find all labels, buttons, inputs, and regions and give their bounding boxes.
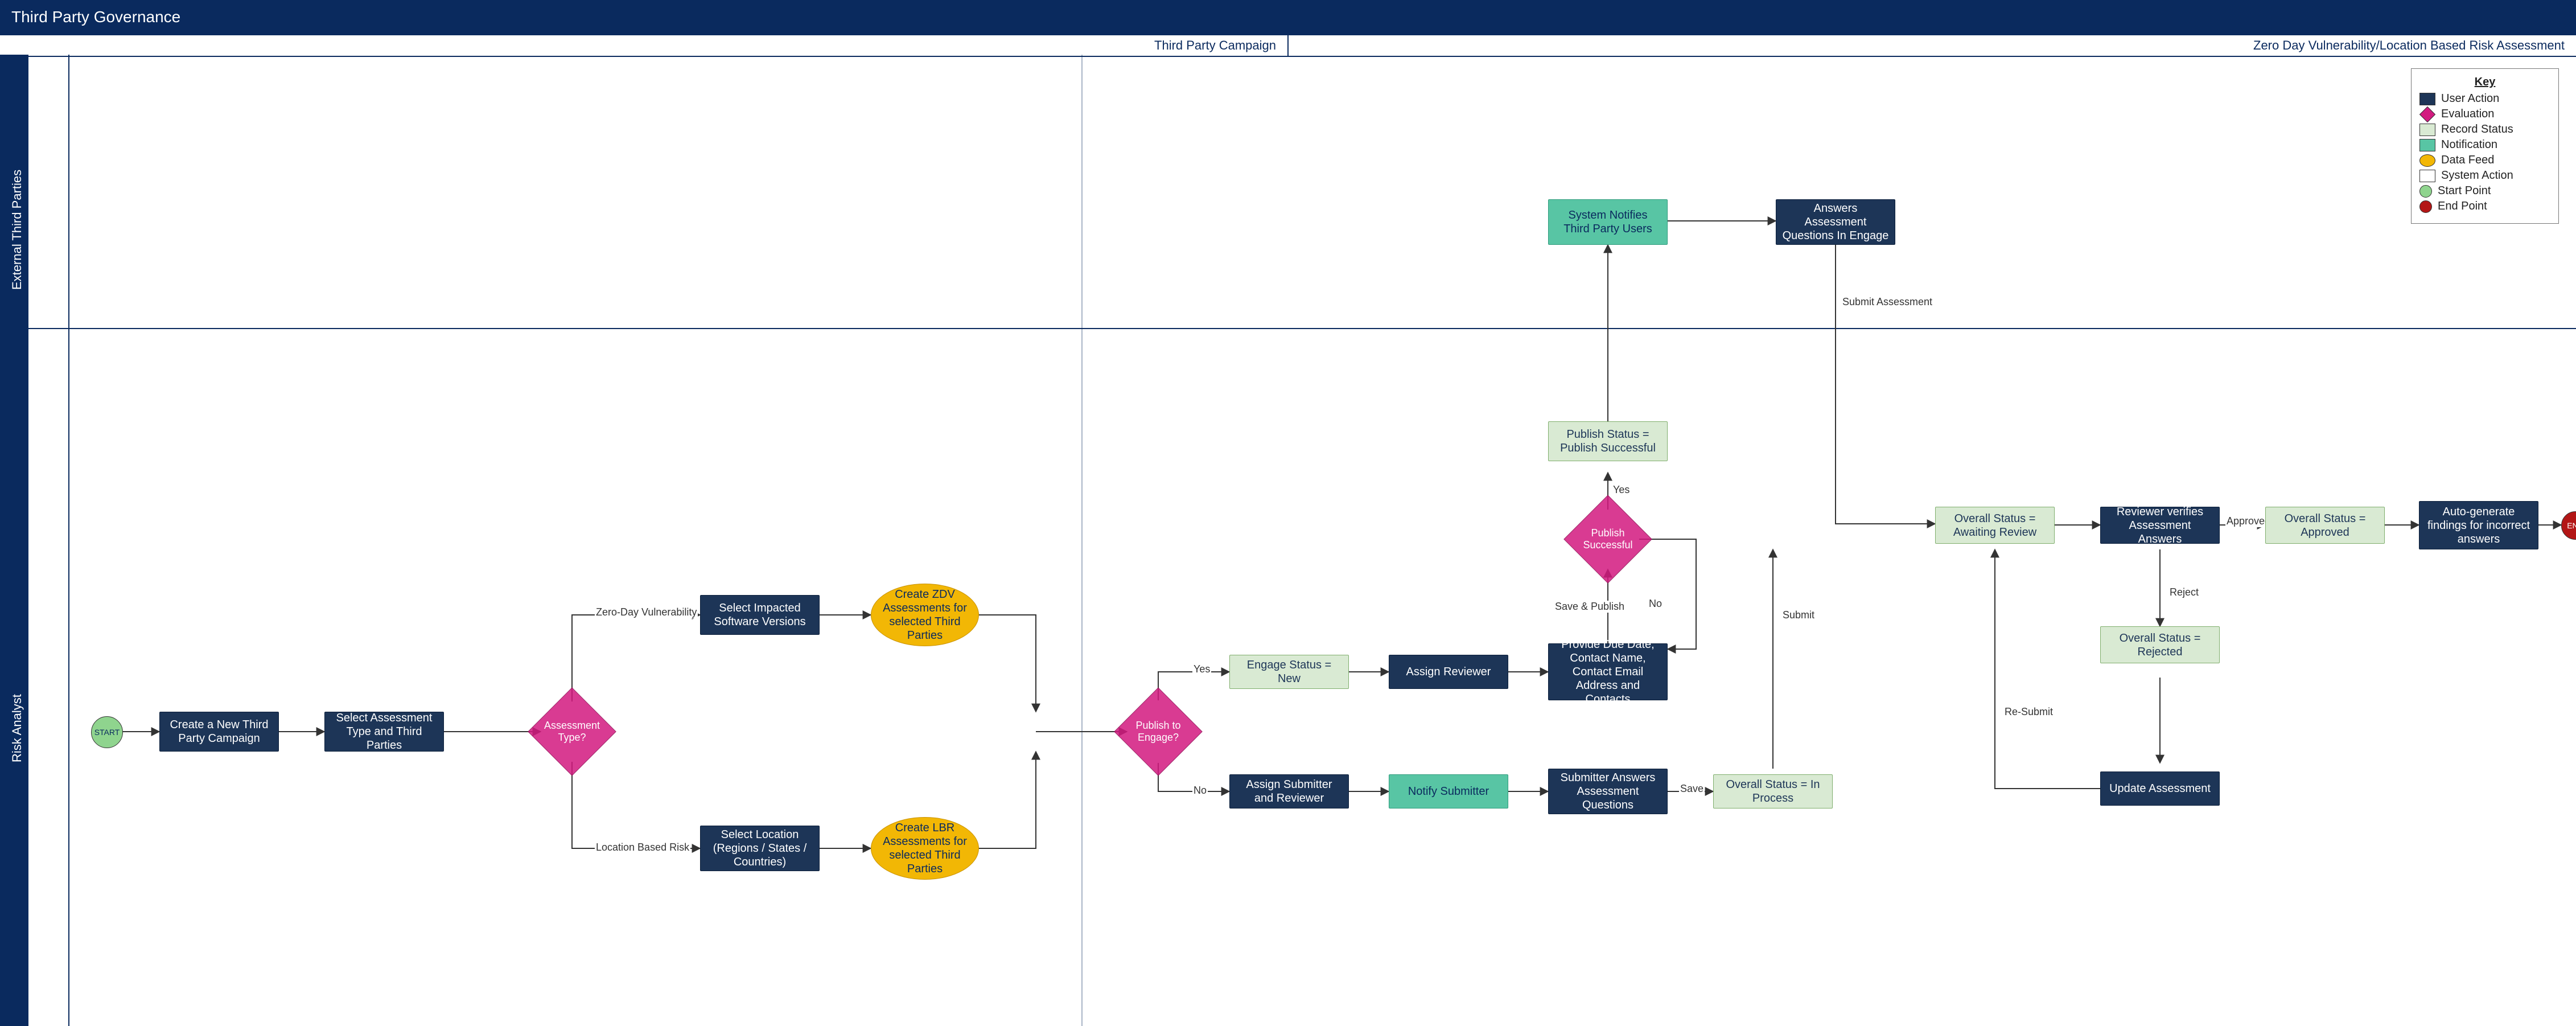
edge-label-zdv: Zero-Day Vulnerability [595, 606, 698, 618]
legend-label-data-feed: Data Feed [2441, 154, 2494, 167]
edge-label-publish-yes: Yes [1612, 484, 1631, 496]
edge-label-approved: Approved [2225, 515, 2272, 527]
edge-label-save: Save [1679, 783, 1705, 795]
node-create-zdv-assessments: Create ZDV Assessments for selected Thir… [871, 584, 979, 646]
node-create-campaign: Create a New Third Party Campaign [159, 712, 279, 752]
legend-swatch-evaluation [2419, 106, 2435, 122]
node-auto-generate-findings: Auto-generate findings for incorrect ans… [2419, 501, 2538, 549]
node-engage-status-new: Engage Status = New [1229, 655, 1349, 689]
legend-label-system-action: System Action [2441, 169, 2513, 182]
edge-label-resubmit: Re-Submit [2003, 706, 2054, 718]
node-create-lbr-assessments: Create LBR Assessments for selected Thir… [871, 817, 979, 880]
node-overall-status-in-process: Overall Status = In Process [1713, 774, 1833, 809]
legend-box: Key User Action Evaluation Record Status… [2411, 68, 2559, 224]
node-submitter-answers-questions: Submitter Answers Assessment Questions [1548, 769, 1668, 814]
legend-swatch-system-action [2419, 170, 2435, 182]
legend-swatch-record-status [2419, 124, 2435, 136]
node-overall-status-awaiting-review: Overall Status = Awaiting Review [1935, 507, 2055, 544]
legend-label-notification: Notification [2441, 138, 2497, 151]
node-overall-status-rejected: Overall Status = Rejected [2100, 626, 2220, 663]
decision-publish-successful: Publish Successful [1577, 508, 1639, 571]
start-point: START [91, 716, 123, 748]
legend-label-start-point: Start Point [2438, 184, 2491, 198]
node-overall-status-approved: Overall Status = Approved [2265, 507, 2385, 544]
edge-label-reject: Reject [2168, 586, 2200, 598]
legend-label-end-point: End Point [2438, 200, 2487, 213]
node-update-assessment: Update Assessment [2100, 771, 2220, 806]
swimlane-diagram: Third Party Governance Third Party Campa… [0, 0, 2576, 1026]
node-select-assessment-type-and-parties: Select Assessment Type and Third Parties [324, 712, 444, 752]
node-notify-submitter: Notify Submitter [1389, 774, 1508, 809]
legend-swatch-end-point [2419, 200, 2432, 213]
node-system-notifies-third-party: System Notifies Third Party Users [1548, 199, 1668, 245]
decision-publish-to-engage: Publish to Engage? [1127, 700, 1190, 763]
edge-label-publish-no: No [1648, 598, 1663, 610]
edge-label-submit-assessment: Submit Assessment [1841, 296, 1933, 308]
node-select-impacted-software: Select Impacted Software Versions [700, 595, 820, 635]
node-answers-questions-in-engage: Answers Assessment Questions In Engage [1776, 199, 1895, 245]
node-select-location: Select Location (Regions / States / Coun… [700, 826, 820, 871]
node-provide-due-date: Provide Due Date, Contact Name, Contact … [1548, 643, 1668, 700]
node-assign-submitter-and-reviewer: Assign Submitter and Reviewer [1229, 774, 1349, 809]
edge-label-lbr: Location Based Risk [595, 842, 690, 853]
edge-label-submit: Submit [1781, 609, 1816, 621]
legend-label-user-action: User Action [2441, 92, 2499, 105]
legend-swatch-start-point [2419, 185, 2432, 198]
legend-swatch-user-action [2419, 93, 2435, 105]
legend-label-record-status: Record Status [2441, 123, 2513, 136]
decision-assessment-type: Assessment Type? [541, 700, 603, 763]
edge-label-no-publish: No [1192, 785, 1208, 797]
legend-label-evaluation: Evaluation [2441, 108, 2494, 121]
edge-label-save-and-publish: Save & Publish [1554, 601, 1626, 613]
node-reviewer-verifies-answers: Reviewer verifies Assessment Answers [2100, 507, 2220, 544]
node-publish-status-successful: Publish Status = Publish Successful [1548, 421, 1668, 461]
legend-swatch-data-feed [2419, 154, 2435, 167]
node-assign-reviewer: Assign Reviewer [1389, 655, 1508, 689]
edge-label-yes-publish: Yes [1192, 663, 1211, 675]
legend-title: Key [2419, 76, 2550, 89]
legend-swatch-notification [2419, 139, 2435, 151]
